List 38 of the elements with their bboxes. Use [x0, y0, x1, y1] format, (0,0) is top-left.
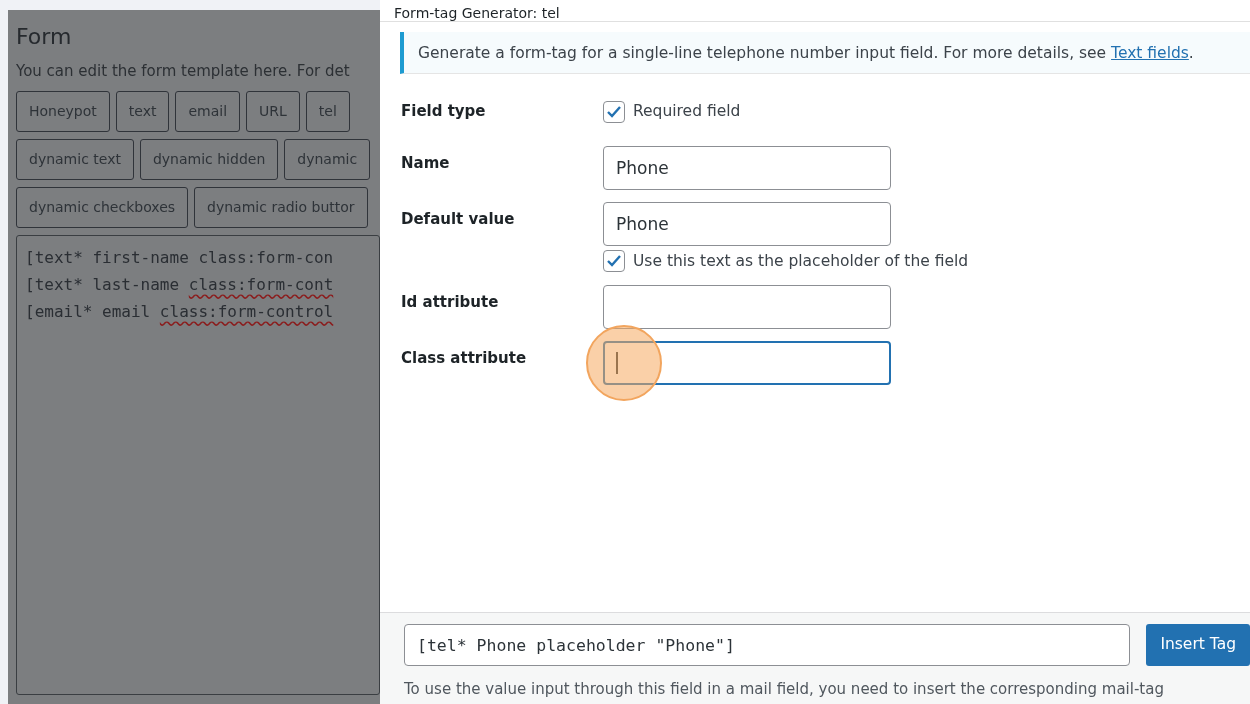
checkbox[interactable]	[603, 100, 625, 123]
tag-button[interactable]: text	[115, 90, 170, 132]
tag-button[interactable]: Honeypot	[16, 90, 110, 132]
tag-button[interactable]: tel	[305, 90, 350, 132]
insert-tag-button[interactable]: Insert Tag	[1146, 624, 1250, 666]
footer-text: To use the value input through this field in a mail field, you need to insert the corresponding mail-tag	[404, 679, 1165, 700]
tag-output-field[interactable]: [tel* Phone placeholder "Phone"]	[404, 624, 1131, 666]
tag-button[interactable]: URL	[246, 90, 300, 132]
description-text: You can edit the form template here. For det	[16, 61, 351, 83]
template-editor[interactable]: [text* first-name class:form-con [text* last-name class:form-cont [email* email class:form-control	[16, 234, 380, 695]
checkmark-icon	[606, 254, 622, 269]
tag-button[interactable]: dynamic	[284, 138, 371, 180]
text-field[interactable]: Phone	[603, 201, 891, 246]
tag-button[interactable]: email	[175, 90, 241, 132]
tag-button[interactable]: dynamic checkboxes	[16, 186, 189, 228]
text-field[interactable]	[603, 284, 891, 329]
checkmark-icon	[606, 104, 622, 119]
field-label: Id attribute	[401, 291, 500, 313]
tag-button[interactable]: dynamic radio buttor	[194, 186, 368, 228]
text-field[interactable]: Phone	[603, 145, 891, 190]
code-line: [email* email class:form-control	[25, 300, 335, 323]
field-label: Field type	[401, 101, 487, 123]
notice-text: Generate a form-tag for a single-line telephone number input field. For more details, see Text fields.	[400, 32, 1250, 75]
code-line: [text* last-name class:form-cont	[25, 273, 335, 296]
checkbox[interactable]	[603, 250, 625, 273]
text-field[interactable]	[603, 340, 891, 385]
dialog-title: Form-tag Generator: tel	[380, 0, 1250, 22]
text-cursor	[616, 351, 618, 374]
checkbox-label: Use this text as the placeholder of the field	[633, 250, 969, 272]
field-label: Name	[401, 152, 451, 174]
page-heading: Form	[16, 24, 73, 51]
field-label: Default value	[401, 208, 516, 230]
checkbox-label: Required field	[633, 101, 741, 123]
code-line: [text* first-name class:form-con	[25, 246, 335, 269]
tag-button[interactable]: dynamic text	[16, 138, 134, 180]
tag-button[interactable]: dynamic hidden	[139, 138, 279, 180]
help-link[interactable]: Text fields	[1111, 44, 1189, 62]
field-label: Class attribute	[401, 347, 528, 369]
